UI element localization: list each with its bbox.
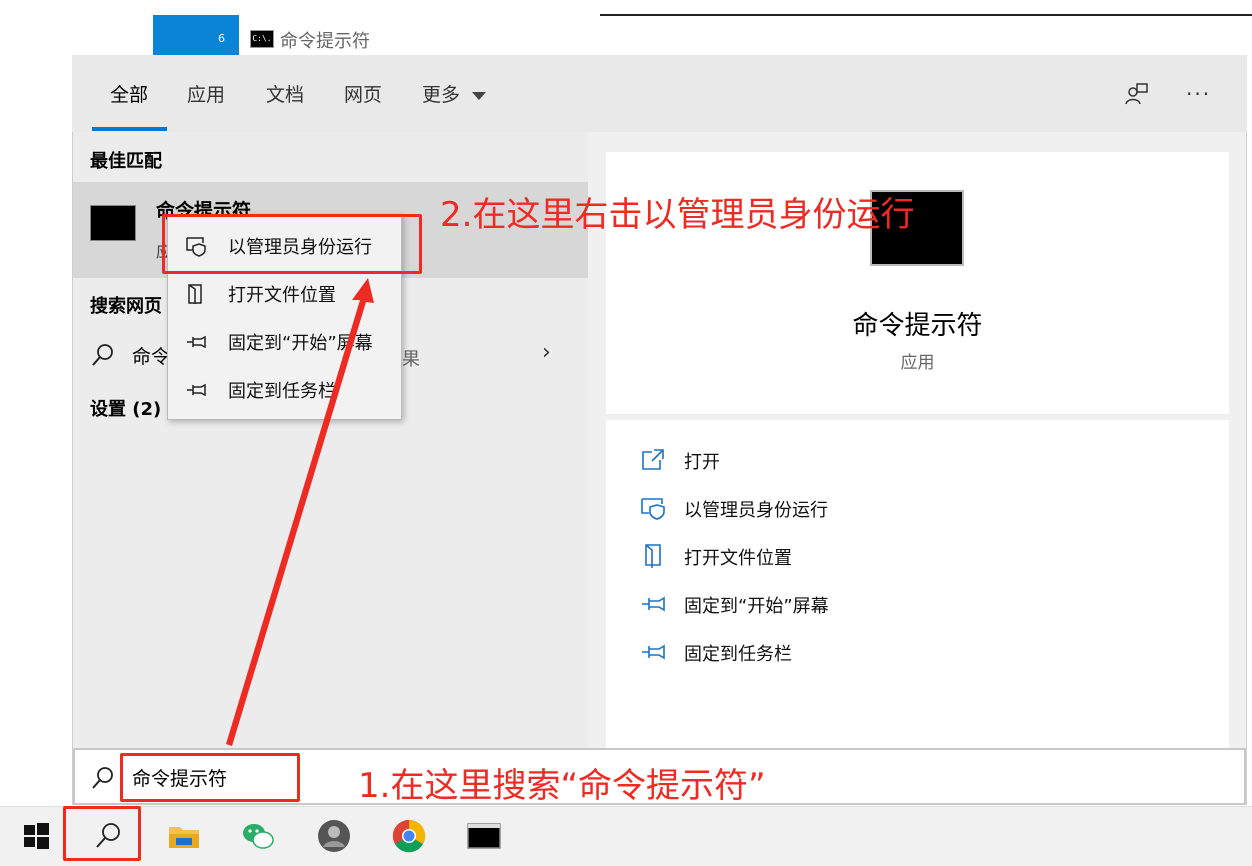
pin-icon [187,383,206,397]
chrome-icon[interactable] [391,818,427,854]
open-external-icon [642,449,664,470]
search-icon [92,344,113,366]
search-web-item-tail: 果 [402,349,420,370]
preview-subtitle: 应用 [900,353,935,373]
tab-more[interactable]: 更多 [422,80,487,107]
filter-tab-bar [72,55,1247,132]
annotation-step-2: 2.在这里右击以管理员身份运行 [440,195,915,235]
chevron-right-icon[interactable]: › [542,340,551,365]
search-web-heading: 搜索网页 [90,296,162,317]
preview-title: 命令提示符 [852,311,983,341]
background-badge: 6 [218,32,225,45]
ctx-label: 打开文件位置 [228,285,336,306]
pin-icon [642,596,665,612]
avatar-app-icon[interactable] [316,818,352,854]
pin-icon [187,335,206,349]
windows-start-icon[interactable] [18,818,54,854]
annotation-box-search-input [120,753,300,802]
tab-documents[interactable]: 文档 [266,80,304,107]
action-label: 以管理员身份运行 [684,500,828,521]
ctx-label: 固定到任务栏 [228,381,336,402]
background-window-title: 命令提示符 [280,31,370,52]
annotation-box-search-button [63,806,141,861]
action-label: 固定到任务栏 [684,644,792,665]
search-icon [92,767,113,789]
file-explorer-icon[interactable] [166,818,202,854]
command-prompt-icon [90,205,136,241]
tab-all[interactable]: 全部 [110,80,148,107]
annotation-step-1: 1.在这里搜索“命令提示符” [358,766,766,806]
action-label: 打开文件位置 [684,548,792,569]
action-label: 固定到“开始”屏幕 [684,596,829,617]
settings-heading: 设置 (2) [90,399,162,420]
ctx-label: 固定到“开始”屏幕 [228,333,373,354]
file-location-icon [188,284,202,304]
tab-apps[interactable]: 应用 [187,80,225,107]
action-label: 打开 [684,452,720,473]
wechat-icon[interactable] [240,818,276,854]
command-prompt-icon[interactable] [466,818,502,854]
tab-web[interactable]: 网页 [344,80,382,107]
search-web-item[interactable]: 命令 [132,342,170,369]
cmd-window-icon: C:\. [250,30,274,48]
file-location-icon [645,544,661,568]
active-tab-indicator [92,127,167,131]
more-options-icon[interactable]: ··· [1186,82,1211,106]
background-blue-tab [153,15,239,55]
best-match-heading: 最佳匹配 [90,151,162,172]
pin-icon [642,644,665,660]
background-divider [600,14,1252,16]
shield-window-icon [641,498,665,520]
caret-down-icon [472,91,487,100]
annotation-box-run-as-admin [162,214,422,274]
tab-more-label: 更多 [422,84,461,106]
feedback-icon[interactable] [1122,80,1150,108]
